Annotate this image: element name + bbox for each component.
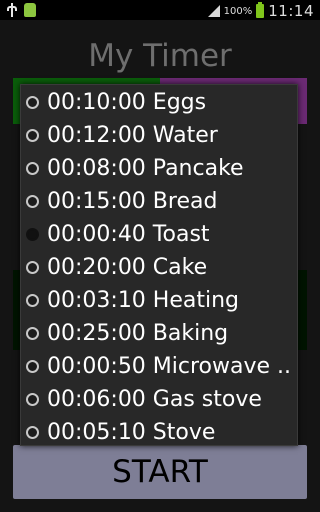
timer-preset-dropdown: 00:10:00 Eggs 00:12:00 Water 00:08:00 Pa… xyxy=(20,84,298,446)
dropdown-item[interactable]: 00:03:10 Heating xyxy=(21,284,297,317)
radio-icon[interactable] xyxy=(26,261,39,274)
battery-icon xyxy=(256,2,265,18)
dropdown-item-label: 00:15:00 Bread xyxy=(47,189,218,214)
radio-icon[interactable] xyxy=(26,294,39,307)
radio-icon[interactable] xyxy=(26,360,39,373)
dropdown-item[interactable]: 00:20:00 Cake xyxy=(21,251,297,284)
dropdown-item-label: 00:03:10 Heating xyxy=(47,288,240,313)
usb-icon xyxy=(6,3,18,17)
dropdown-item-label: 00:00:50 Microwave .. xyxy=(47,354,292,379)
dropdown-item-label: 00:08:00 Pancake xyxy=(47,156,244,181)
dropdown-item[interactable]: 00:10:00 Eggs xyxy=(21,86,297,119)
radio-icon[interactable] xyxy=(26,129,39,142)
dropdown-item-label: 00:20:00 Cake xyxy=(47,255,208,280)
radio-icon[interactable] xyxy=(26,426,39,439)
battery-percent: 100% xyxy=(223,5,253,17)
dropdown-item-label: 00:12:00 Water xyxy=(47,123,218,148)
dropdown-item[interactable]: 00:08:00 Pancake xyxy=(21,152,297,185)
system-icons: 100% 11:14 xyxy=(207,2,314,20)
radio-selected-icon[interactable] xyxy=(26,228,39,241)
dropdown-item-label: 00:10:00 Eggs xyxy=(47,90,207,115)
status-clock: 11:14 xyxy=(268,2,314,20)
dropdown-item-label: 00:05:10 Stove xyxy=(47,420,216,445)
notification-icons xyxy=(6,3,36,17)
dropdown-item[interactable]: 00:15:00 Bread xyxy=(21,185,297,218)
android-debug-icon xyxy=(24,3,36,17)
dropdown-item[interactable]: 00:12:00 Water xyxy=(21,119,297,152)
dropdown-item[interactable]: 00:05:10 Stove xyxy=(21,416,297,449)
dropdown-item[interactable]: 00:00:50 Microwave .. xyxy=(21,350,297,383)
radio-icon[interactable] xyxy=(26,162,39,175)
status-bar: 100% 11:14 xyxy=(0,0,320,20)
radio-icon[interactable] xyxy=(26,96,39,109)
radio-icon[interactable] xyxy=(26,195,39,208)
start-button[interactable]: START xyxy=(13,445,307,499)
radio-icon[interactable] xyxy=(26,327,39,340)
dropdown-item[interactable]: 00:25:00 Baking xyxy=(21,317,297,350)
dropdown-item-label: 00:00:40 Toast xyxy=(47,222,210,247)
signal-icon xyxy=(207,5,220,17)
dropdown-item-label: 00:06:00 Gas stove xyxy=(47,387,262,412)
dropdown-item[interactable]: 00:06:00 Gas stove xyxy=(21,383,297,416)
radio-icon[interactable] xyxy=(26,393,39,406)
app-title: My Timer xyxy=(88,38,232,74)
dropdown-item[interactable]: 00:00:40 Toast xyxy=(21,218,297,251)
dropdown-item-label: 00:25:00 Baking xyxy=(47,321,229,346)
